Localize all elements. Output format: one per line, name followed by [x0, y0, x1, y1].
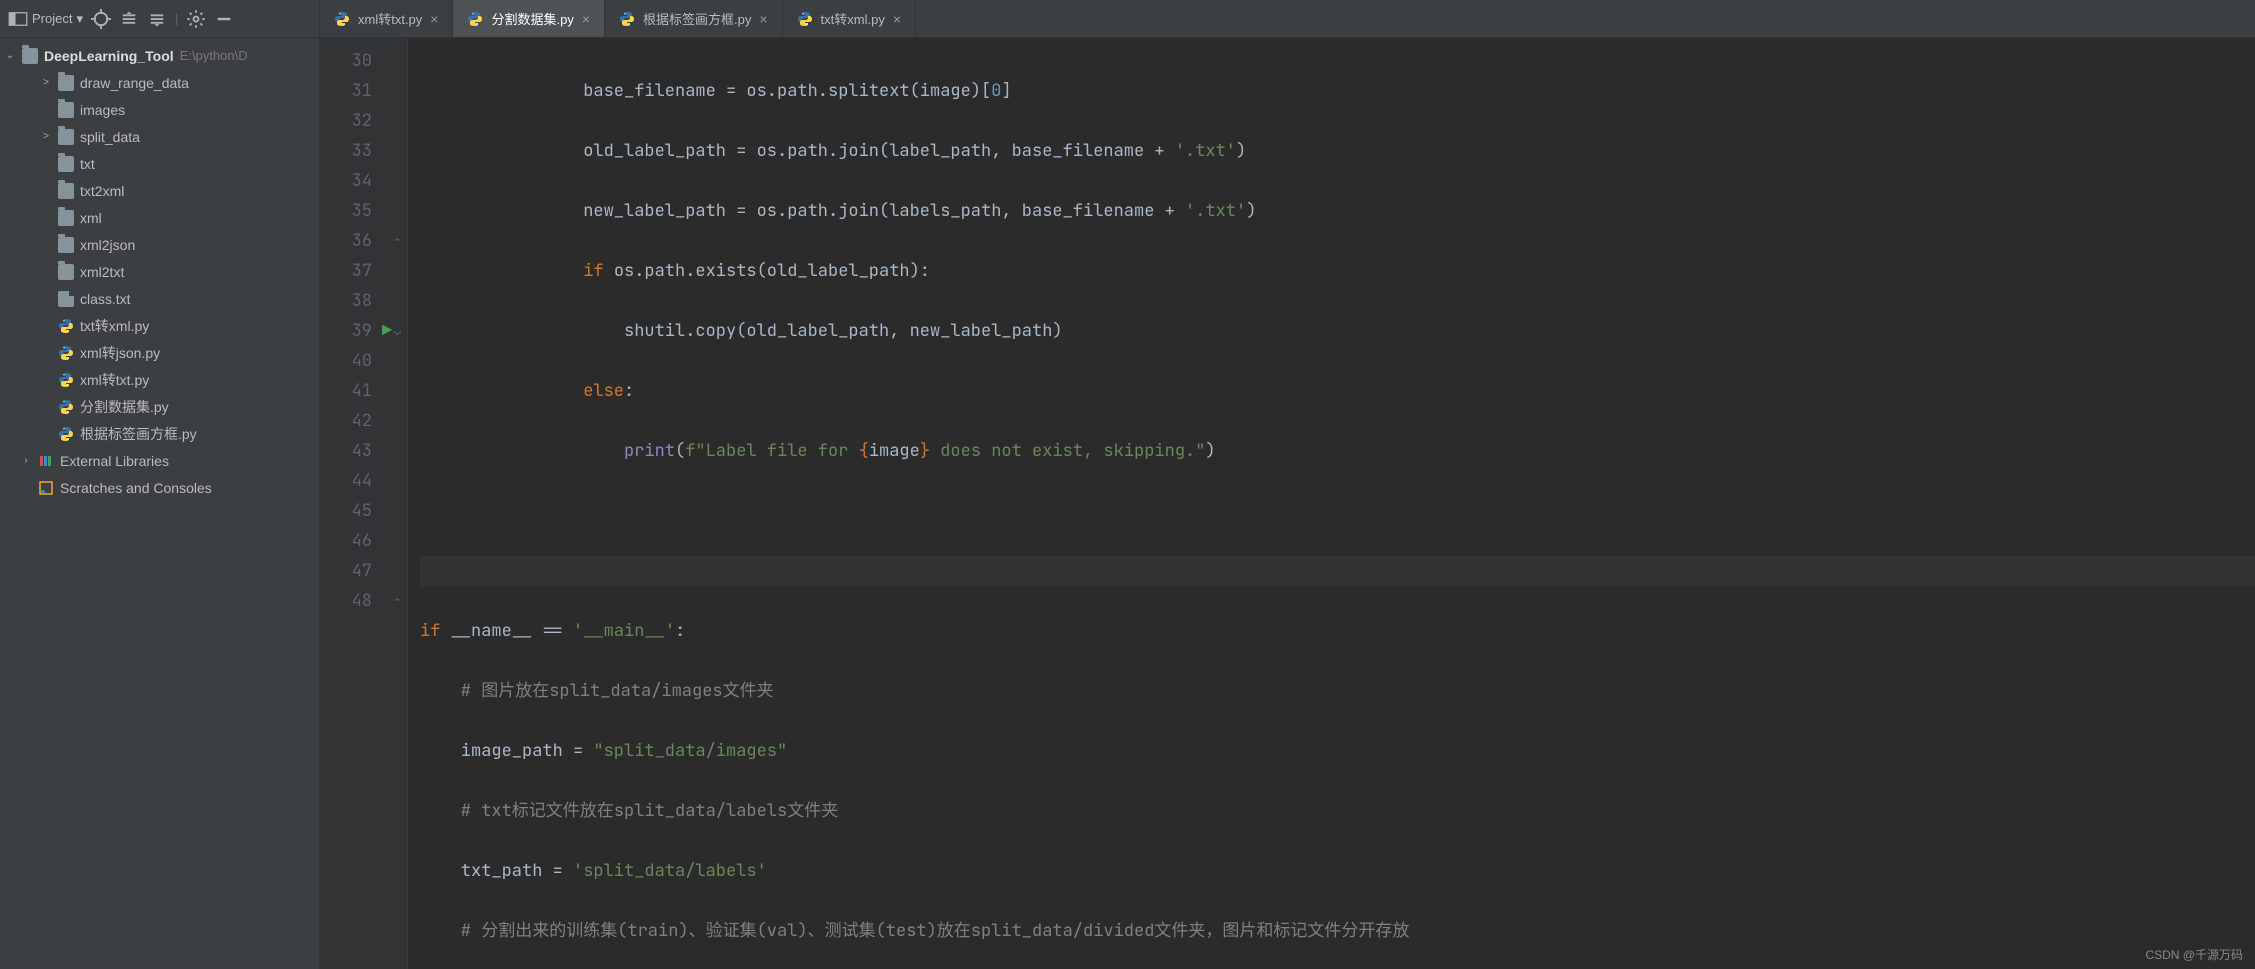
minimize-icon[interactable] [214, 9, 234, 29]
top-toolbar: Project ▾ | xml转txt.py× 分割数据集.py× 根据标签画方… [0, 0, 2255, 38]
tab-split-dataset[interactable]: 分割数据集.py× [453, 0, 605, 37]
project-dropdown[interactable]: Project ▾ [8, 9, 83, 29]
run-icon[interactable]: ▶ [382, 316, 392, 346]
editor-tabs: xml转txt.py× 分割数据集.py× 根据标签画方框.py× txt转xm… [320, 0, 916, 37]
tab-xml-to-txt[interactable]: xml转txt.py× [320, 0, 453, 37]
tree-item[interactable]: txt2xml [0, 177, 319, 204]
tree-item[interactable]: images [0, 96, 319, 123]
project-tree[interactable]: ⌄ DeepLearning_Tool E:\python\D >draw_ra… [0, 38, 320, 969]
tree-item[interactable]: xml2json [0, 231, 319, 258]
target-icon[interactable] [91, 9, 111, 29]
tree-item[interactable]: xml [0, 204, 319, 231]
close-icon[interactable]: × [582, 11, 590, 27]
fold-gutter[interactable]: ⌃ ⌄ ⌃ [388, 38, 408, 969]
tree-item[interactable]: xml转txt.py [0, 366, 319, 393]
code-area[interactable]: base_filename = os.path.splitext(image)[… [408, 38, 2255, 969]
close-icon[interactable]: × [759, 11, 767, 27]
close-icon[interactable]: × [430, 11, 438, 27]
tree-item[interactable]: txt转xml.py [0, 312, 319, 339]
tree-root[interactable]: ⌄ DeepLearning_Tool E:\python\D [0, 42, 319, 69]
scratches-consoles[interactable]: Scratches and Consoles [0, 474, 319, 501]
tab-txt-to-xml[interactable]: txt转xml.py× [783, 0, 916, 37]
tree-item[interactable]: xml转json.py [0, 339, 319, 366]
watermark: CSDN @千源万码 [2145, 946, 2243, 963]
code-editor[interactable]: 30313233343536373839▶404142434445464748 … [320, 38, 2255, 969]
tree-item[interactable]: 根据标签画方框.py [0, 420, 319, 447]
tab-draw-box[interactable]: 根据标签画方框.py× [605, 0, 783, 37]
gear-icon[interactable] [186, 9, 206, 29]
collapse-icon[interactable] [147, 9, 167, 29]
tree-item[interactable]: class.txt [0, 285, 319, 312]
tree-item[interactable]: txt [0, 150, 319, 177]
line-gutter: 30313233343536373839▶404142434445464748 [320, 38, 388, 969]
external-libraries[interactable]: › External Libraries [0, 447, 319, 474]
tree-item[interactable]: >draw_range_data [0, 69, 319, 96]
tree-item[interactable]: 分割数据集.py [0, 393, 319, 420]
close-icon[interactable]: × [893, 11, 901, 27]
tree-item[interactable]: >split_data [0, 123, 319, 150]
expand-icon[interactable] [119, 9, 139, 29]
tree-item[interactable]: xml2txt [0, 258, 319, 285]
